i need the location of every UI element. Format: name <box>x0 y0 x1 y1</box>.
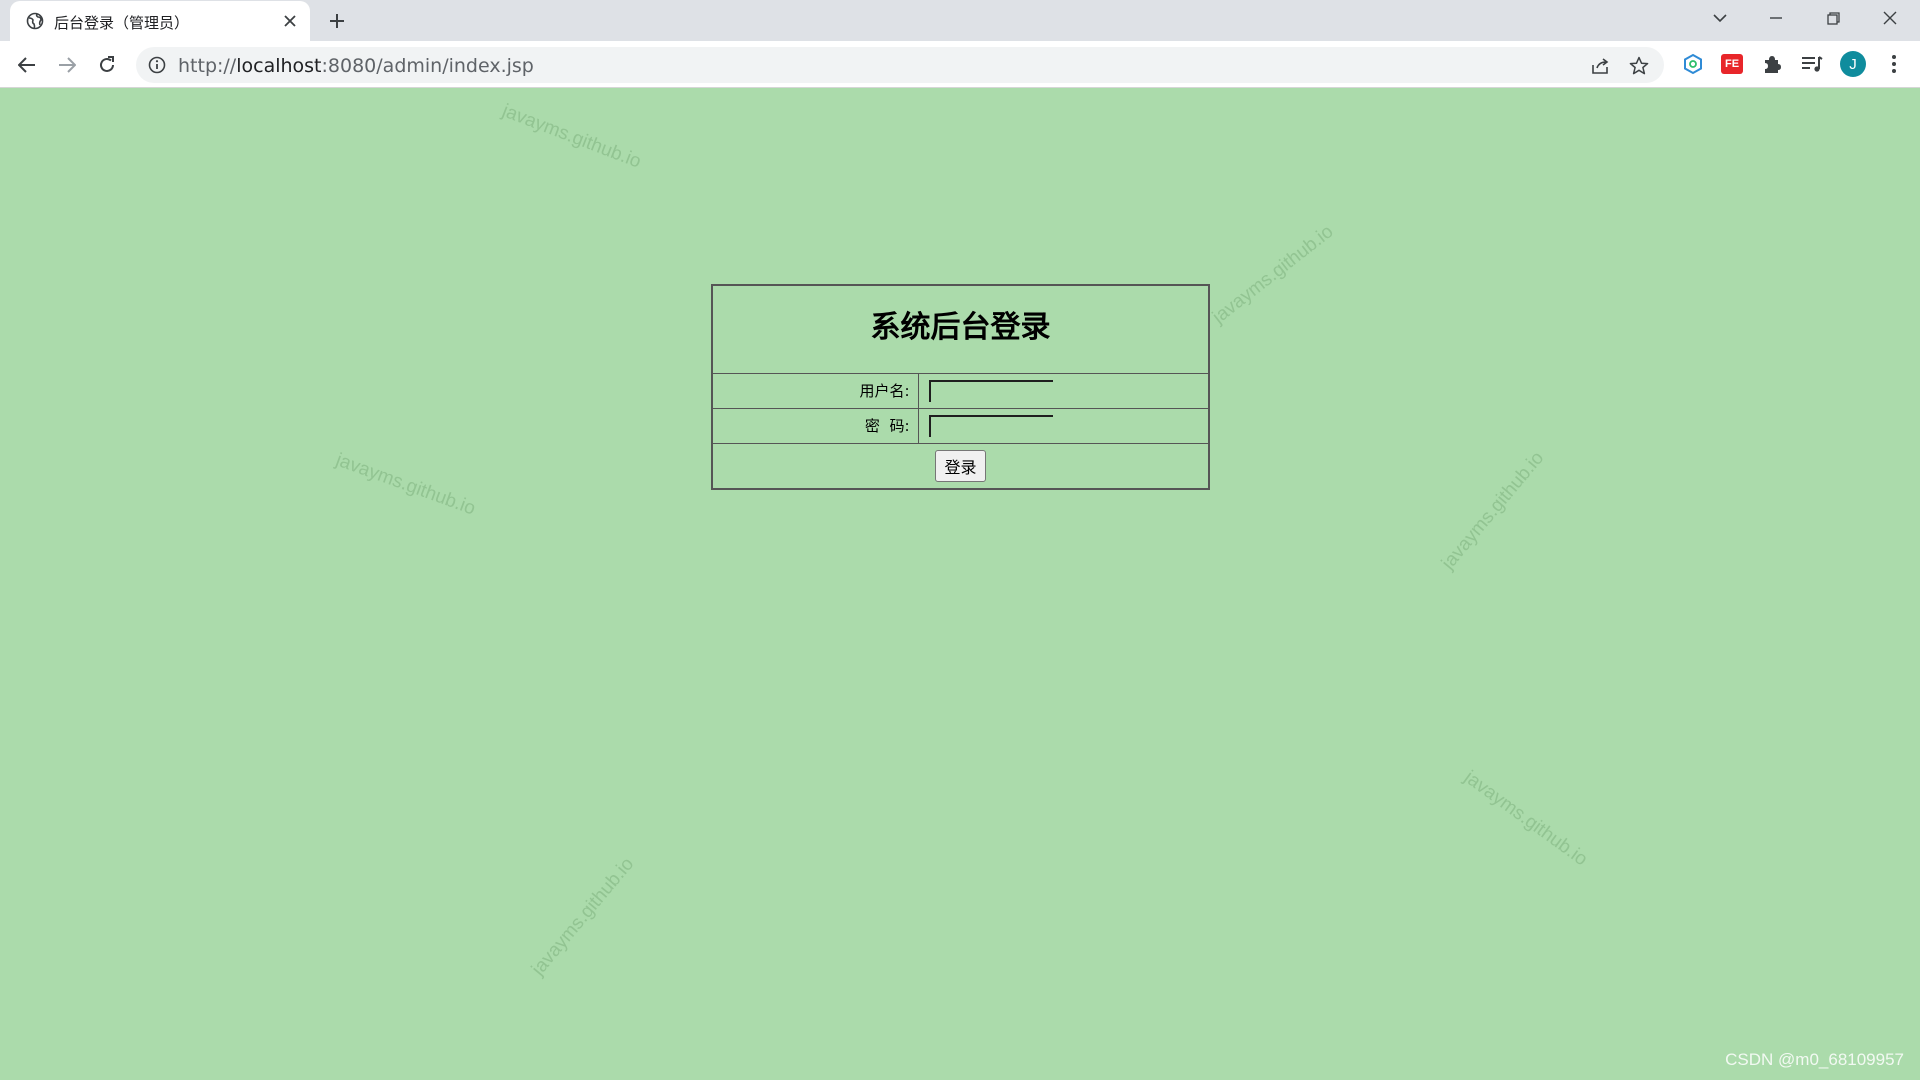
address-bar[interactable]: http://localhost:8080/admin/index.jsp <box>136 47 1664 83</box>
watermark: javayms.github.io <box>1437 447 1549 574</box>
globe-icon <box>26 12 44 30</box>
watermark: javayms.github.io <box>527 853 639 980</box>
minimize-icon[interactable] <box>1748 0 1804 36</box>
new-tab-icon[interactable] <box>323 9 351 33</box>
login-form: 系统后台登录 用户名: 密 码: 登录 <box>711 284 1210 490</box>
password-cell <box>917 407 1210 444</box>
url-scheme: http:// <box>178 55 237 77</box>
username-input[interactable] <box>928 379 1053 402</box>
site-info-icon[interactable] <box>148 56 166 74</box>
puzzle-extensions-icon[interactable] <box>1758 50 1786 78</box>
reading-list-icon[interactable] <box>1798 50 1826 78</box>
watermark: javayms.github.io <box>333 449 479 520</box>
username-label: 用户名: <box>711 372 919 409</box>
close-tab-icon[interactable] <box>280 11 300 31</box>
profile-avatar[interactable]: J <box>1839 50 1867 78</box>
watermark: javayms.github.io <box>499 100 644 173</box>
bookmark-star-icon[interactable] <box>1626 53 1652 79</box>
browser-tab[interactable]: 后台登录（管理员） <box>10 1 310 41</box>
fe-extension-icon[interactable]: FE <box>1718 50 1746 78</box>
page-title: 系统后台登录 <box>870 310 1051 345</box>
login-button[interactable]: 登录 <box>935 449 986 482</box>
tab-search-icon[interactable] <box>1692 0 1748 36</box>
password-label: 密 码: <box>711 407 919 444</box>
share-icon[interactable] <box>1588 53 1614 79</box>
url-text: http://localhost:8080/admin/index.jsp <box>178 55 534 77</box>
watermark: javayms.github.io <box>1208 221 1338 329</box>
submit-cell: 登录 <box>711 442 1210 490</box>
title-cell: 系统后台登录 <box>711 284 1210 374</box>
fe-label: FE <box>1721 54 1743 74</box>
browser-toolbar: http://localhost:8080/admin/index.jsp FE… <box>0 41 1920 88</box>
username-cell <box>917 372 1210 409</box>
tab-strip: 后台登录（管理员） <box>0 0 1920 41</box>
csdn-attribution: CSDN @m0_68109957 <box>1725 1050 1904 1069</box>
password-input[interactable] <box>928 414 1053 437</box>
hexagon-extension-icon[interactable] <box>1679 50 1707 78</box>
tab-title: 后台登录（管理员） <box>54 14 190 32</box>
kebab-menu-icon[interactable] <box>1880 50 1908 78</box>
url-host: localhost <box>236 55 322 77</box>
avatar-letter: J <box>1840 51 1866 77</box>
watermark: javayms.github.io <box>1460 766 1592 871</box>
restore-icon[interactable] <box>1805 0 1861 36</box>
url-path: :8080/admin/index.jsp <box>321 55 534 77</box>
back-arrow-icon[interactable] <box>12 50 42 80</box>
reload-icon[interactable] <box>92 50 122 80</box>
forward-arrow-icon[interactable] <box>52 50 82 80</box>
close-window-icon[interactable] <box>1862 0 1918 36</box>
